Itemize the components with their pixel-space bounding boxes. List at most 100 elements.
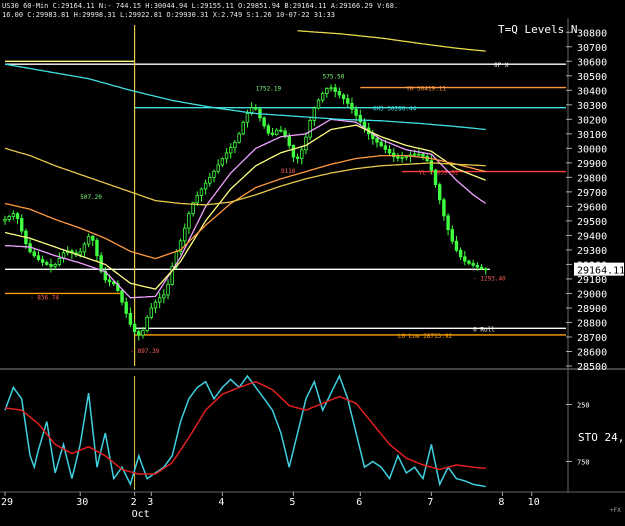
candle-body — [350, 102, 354, 110]
candle-body — [295, 156, 300, 159]
price-tick-label: 29900 — [577, 159, 607, 170]
candle-body — [208, 176, 212, 184]
price-tick-label: 28800 — [577, 318, 607, 329]
candle-body — [287, 136, 291, 146]
candle-body — [153, 301, 158, 309]
candle-body — [91, 235, 95, 241]
candle-body — [337, 90, 342, 96]
candle-body — [183, 227, 187, 242]
candle-body — [446, 215, 450, 231]
candle-body — [145, 316, 149, 331]
price-tick-label: 28900 — [577, 304, 607, 315]
last-price-label: 29164.11 — [577, 266, 625, 277]
candle-body — [107, 279, 112, 283]
candle-body — [438, 184, 442, 201]
candle-body — [396, 156, 400, 159]
candle-body — [291, 145, 296, 158]
candle-body — [308, 120, 312, 138]
price-tick-label: 29600 — [577, 202, 607, 213]
candle-body — [78, 251, 82, 256]
time-tick-label: 2 — [131, 497, 137, 508]
level-label-4: 0 Roll — [473, 326, 495, 333]
candle-body — [45, 262, 49, 265]
candle-body — [53, 264, 57, 267]
candle-body — [86, 235, 91, 245]
candle-body — [203, 182, 208, 190]
time-tick-label: 6 — [356, 497, 362, 508]
candle-body — [300, 149, 304, 159]
candle-body — [312, 107, 317, 121]
candle-body — [458, 249, 463, 258]
price-tick-label: 30600 — [577, 57, 607, 68]
candle-body — [442, 199, 446, 217]
candle-body — [40, 259, 45, 263]
candle-body — [325, 88, 329, 94]
price-tick-label: 28500 — [577, 362, 607, 373]
candle-body — [20, 218, 24, 232]
candle-body — [358, 114, 362, 123]
candle-body — [166, 283, 170, 296]
candle-body — [187, 213, 191, 229]
candle-body — [333, 87, 337, 92]
annotation-6: 9118 — [281, 168, 296, 175]
candle-body — [475, 264, 480, 268]
candle-body — [379, 141, 383, 147]
time-tick-label: 4 — [218, 497, 224, 508]
candle-body — [254, 107, 258, 110]
candle-body — [212, 170, 216, 178]
annotation-1: 1752.19 — [256, 85, 282, 92]
candle-body — [316, 99, 321, 109]
price-tick-label: 29000 — [577, 289, 607, 300]
candle-body — [216, 164, 220, 172]
candle-body — [149, 307, 153, 318]
candle-body — [162, 294, 166, 299]
candle-body — [270, 132, 275, 135]
candle-body — [483, 268, 488, 271]
price-tick-label: 29300 — [577, 246, 607, 257]
time-sub-label: Oct — [132, 509, 150, 520]
candle-body — [341, 94, 346, 100]
candle-body — [463, 256, 467, 262]
candle-body — [320, 93, 325, 101]
candle-body — [128, 312, 133, 325]
price-tick-label: 29500 — [577, 217, 607, 228]
annotation-2: 575.50 — [323, 74, 345, 81]
candle-body — [454, 240, 459, 251]
header-line-1: US30 60-Min C:29164.11 N:- 744.15 H:3004… — [2, 2, 398, 10]
candle-body — [412, 153, 417, 156]
time-tick-label: 7 — [427, 497, 433, 508]
candle-body — [279, 129, 283, 132]
candle-body — [120, 290, 124, 303]
candle-body — [266, 125, 271, 134]
candle-body — [375, 138, 379, 143]
candle-body — [433, 169, 438, 186]
candle-body — [467, 260, 471, 264]
candle-body — [329, 87, 333, 90]
price-tick-label: 30100 — [577, 130, 607, 141]
candle-body — [57, 258, 62, 265]
candle-body — [132, 323, 137, 332]
price-tick-label: 30700 — [577, 43, 607, 54]
osc-tick-label: 250 — [577, 402, 590, 410]
candle-body — [262, 117, 266, 127]
time-tick-label: 5 — [289, 497, 295, 508]
candle-body — [404, 155, 408, 158]
candle-body — [157, 297, 162, 303]
chart-canvas: US30 60-Min C:29164.11 N:- 744.15 H:3004… — [0, 0, 625, 522]
candle-body — [220, 158, 225, 166]
time-tick-label: 30 — [76, 497, 88, 508]
candle-body — [224, 152, 229, 160]
level-label-2: 0H3 30280.44 — [373, 106, 417, 113]
price-tick-label: 30400 — [577, 86, 607, 97]
candle-body — [195, 195, 199, 204]
candle-body — [241, 121, 245, 135]
time-tick-label: 8 — [498, 497, 504, 508]
candle-body — [233, 141, 237, 149]
level-label-1: YH 30419.11 — [406, 86, 446, 93]
candle-body — [429, 160, 434, 171]
candle-body — [3, 219, 7, 222]
candle-body — [304, 136, 308, 151]
candle-body — [274, 129, 279, 135]
candle-body — [387, 149, 392, 154]
price-tick-label: 30500 — [577, 72, 607, 83]
